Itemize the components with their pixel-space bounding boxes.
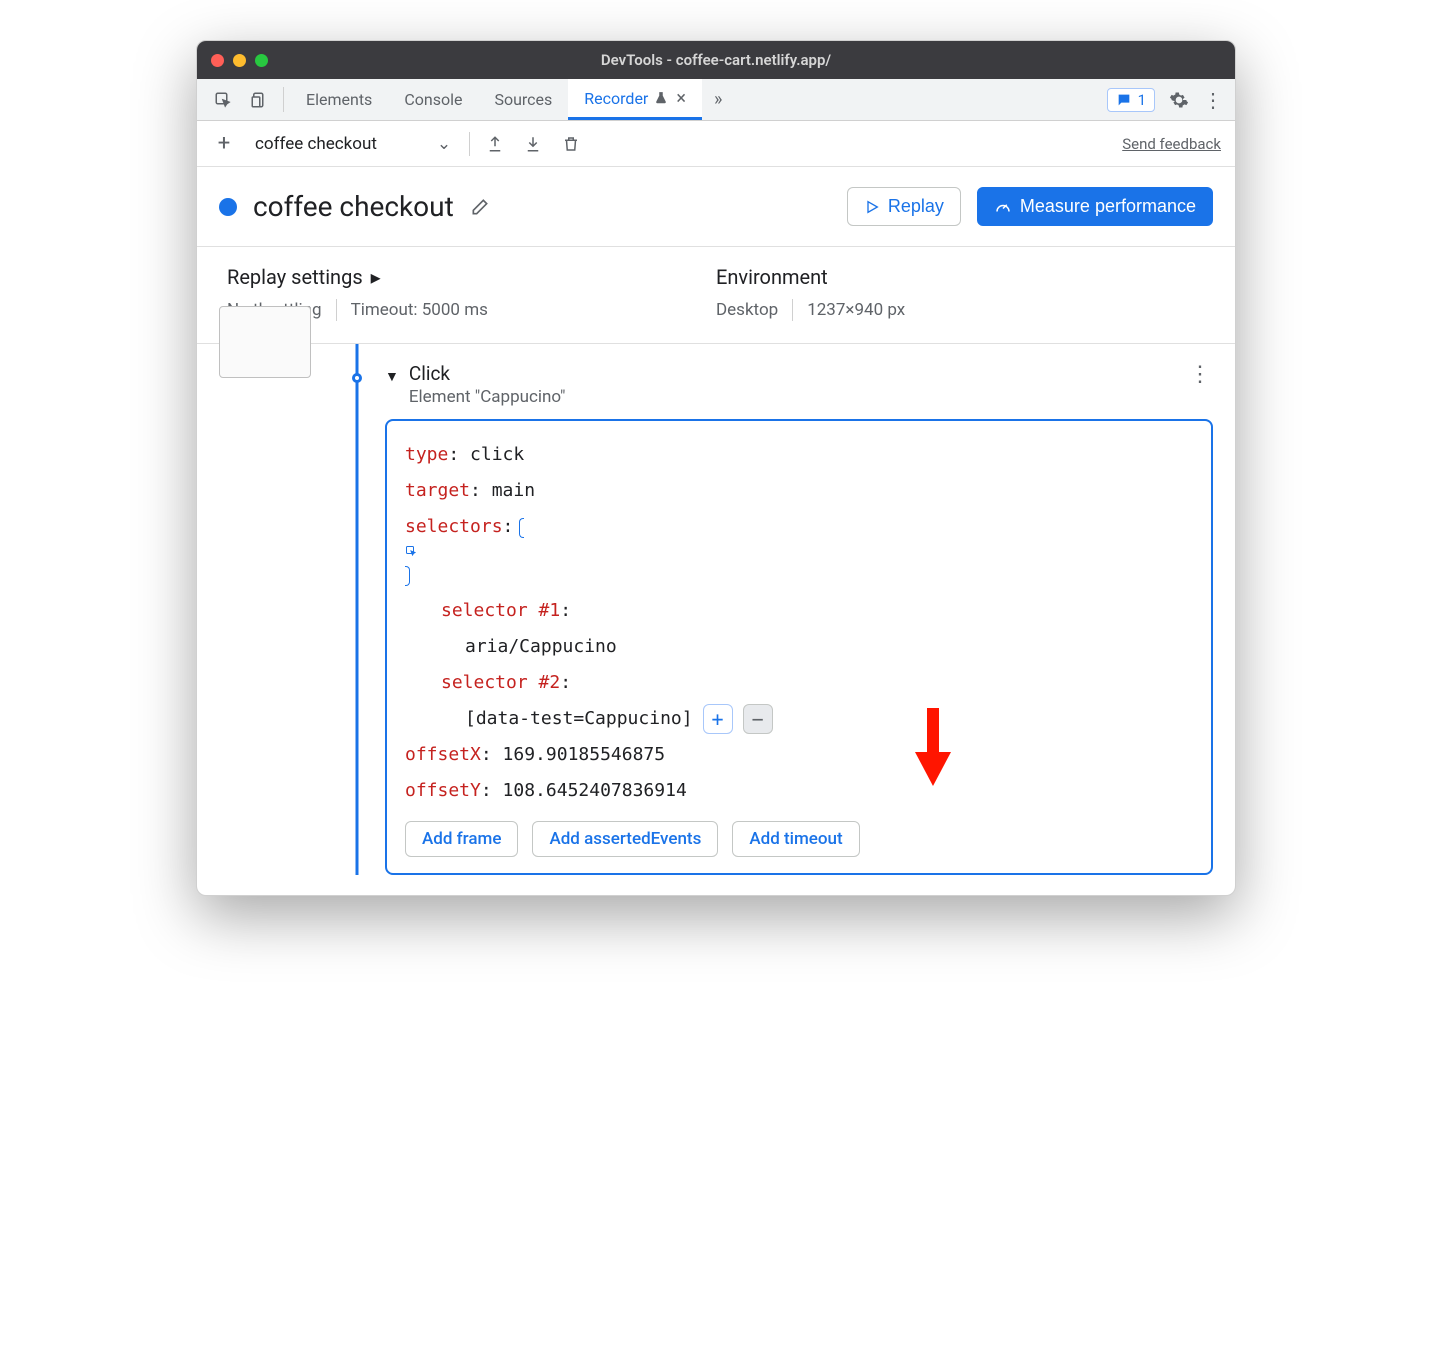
close-tab-icon[interactable]: ×	[676, 88, 686, 109]
step-subtitle: Element "Cappucino"	[409, 387, 566, 407]
settings-gear-icon[interactable]	[1169, 90, 1189, 110]
device-toggle-icon[interactable]	[241, 79, 277, 120]
step-more-menu-icon[interactable]: ⋮	[1189, 362, 1213, 387]
share-icon[interactable]	[482, 135, 508, 153]
maximize-window-button[interactable]	[255, 54, 268, 67]
devtools-window: DevTools - coffee-cart.netlify.app/ Elem…	[196, 40, 1236, 896]
viewport-value: 1237×940 px	[807, 300, 905, 320]
prop-key-selector1: selector #1	[441, 600, 560, 621]
add-timeout-button[interactable]: Add timeout	[732, 821, 859, 857]
measure-performance-button[interactable]: Measure performance	[977, 187, 1213, 226]
window-title: DevTools - coffee-cart.netlify.app/	[601, 51, 831, 69]
selector-picker-icon[interactable]	[405, 518, 1193, 586]
measure-button-label: Measure performance	[1020, 196, 1196, 217]
chat-icon	[1116, 92, 1132, 108]
gauge-icon	[994, 198, 1012, 216]
environment-label: Environment	[716, 265, 828, 289]
tab-elements[interactable]: Elements	[290, 79, 388, 120]
prop-val-selector1[interactable]: aria/Cappucino	[465, 636, 617, 657]
timeout-value: Timeout: 5000 ms	[351, 300, 488, 320]
messages-count: 1	[1138, 91, 1146, 109]
minimize-window-button[interactable]	[233, 54, 246, 67]
replay-button-label: Replay	[888, 196, 944, 217]
window-controls	[211, 54, 268, 67]
timeline	[329, 344, 385, 875]
prop-key-offsetx: offsetX	[405, 744, 481, 765]
add-selector-button[interactable]: +	[703, 704, 733, 734]
close-window-button[interactable]	[211, 54, 224, 67]
devtools-tabbar: Elements Console Sources Recorder × » 1 …	[197, 79, 1235, 121]
collapse-caret-icon[interactable]: ▼	[385, 368, 399, 385]
divider	[469, 132, 470, 156]
prop-val-offsety[interactable]: 108.6452407836914	[503, 780, 687, 801]
step-header[interactable]: ▼ Click Element "Cappucino" ⋮	[385, 362, 1213, 407]
prop-key-type: type	[405, 444, 448, 465]
play-icon	[864, 199, 880, 215]
delete-icon[interactable]	[558, 135, 584, 153]
more-tabs-icon[interactable]: »	[702, 79, 734, 120]
timeline-step-dot	[352, 373, 362, 383]
device-value: Desktop	[716, 300, 778, 320]
tab-sources[interactable]: Sources	[478, 79, 568, 120]
recording-title: coffee checkout	[253, 190, 454, 223]
more-menu-icon[interactable]: ⋮	[1203, 88, 1223, 112]
prop-key-selectors: selectors	[405, 516, 503, 537]
inspect-element-icon[interactable]	[205, 79, 241, 120]
step-thumbnail	[219, 306, 311, 378]
recording-select[interactable]: coffee checkout ⌄	[249, 134, 457, 154]
replay-settings-label: Replay settings	[227, 265, 363, 289]
replay-button[interactable]: Replay	[847, 187, 961, 226]
prop-val-selector2[interactable]: [data-test=Cappucino]	[465, 701, 693, 737]
divider	[283, 87, 284, 112]
recording-header: coffee checkout Replay Measure performan…	[197, 167, 1235, 246]
tab-recorder[interactable]: Recorder ×	[568, 79, 702, 120]
new-recording-icon[interactable]: +	[211, 131, 237, 156]
download-icon[interactable]	[520, 135, 546, 153]
chevron-down-icon: ⌄	[437, 134, 451, 154]
prop-key-selector2: selector #2	[441, 672, 560, 693]
tab-recorder-label: Recorder	[584, 89, 648, 108]
caret-right-icon: ▸	[371, 265, 381, 289]
recorder-toolbar: + coffee checkout ⌄ Send feedback	[197, 121, 1235, 167]
tab-console[interactable]: Console	[388, 79, 478, 120]
remove-selector-button[interactable]: −	[743, 704, 773, 734]
divider	[792, 299, 793, 321]
prop-key-offsety: offsetY	[405, 780, 481, 801]
window-titlebar: DevTools - coffee-cart.netlify.app/	[197, 41, 1235, 79]
experiment-flask-icon	[654, 91, 668, 105]
step-title: Click	[409, 362, 566, 385]
replay-settings-toggle[interactable]: Replay settings ▸	[227, 265, 716, 289]
add-asserted-events-button[interactable]: Add assertedEvents	[532, 821, 718, 857]
prop-val-offsetx[interactable]: 169.90185546875	[503, 744, 666, 765]
prop-val-type[interactable]: click	[470, 444, 524, 465]
recording-select-value: coffee checkout	[255, 134, 377, 154]
prop-val-target[interactable]: main	[492, 480, 535, 501]
messages-badge[interactable]: 1	[1107, 88, 1155, 112]
add-frame-button[interactable]: Add frame	[405, 821, 518, 857]
step-detail-panel: type: click target: main selectors: sele…	[385, 419, 1213, 875]
edit-title-icon[interactable]	[470, 197, 490, 217]
recording-status-dot	[219, 198, 237, 216]
divider	[336, 299, 337, 321]
send-feedback-link[interactable]: Send feedback	[1122, 135, 1221, 153]
prop-key-target: target	[405, 480, 470, 501]
steps-area: ▼ Click Element "Cappucino" ⋮ type: clic…	[197, 344, 1235, 895]
settings-row: Replay settings ▸ No throttling Timeout:…	[197, 246, 1235, 344]
